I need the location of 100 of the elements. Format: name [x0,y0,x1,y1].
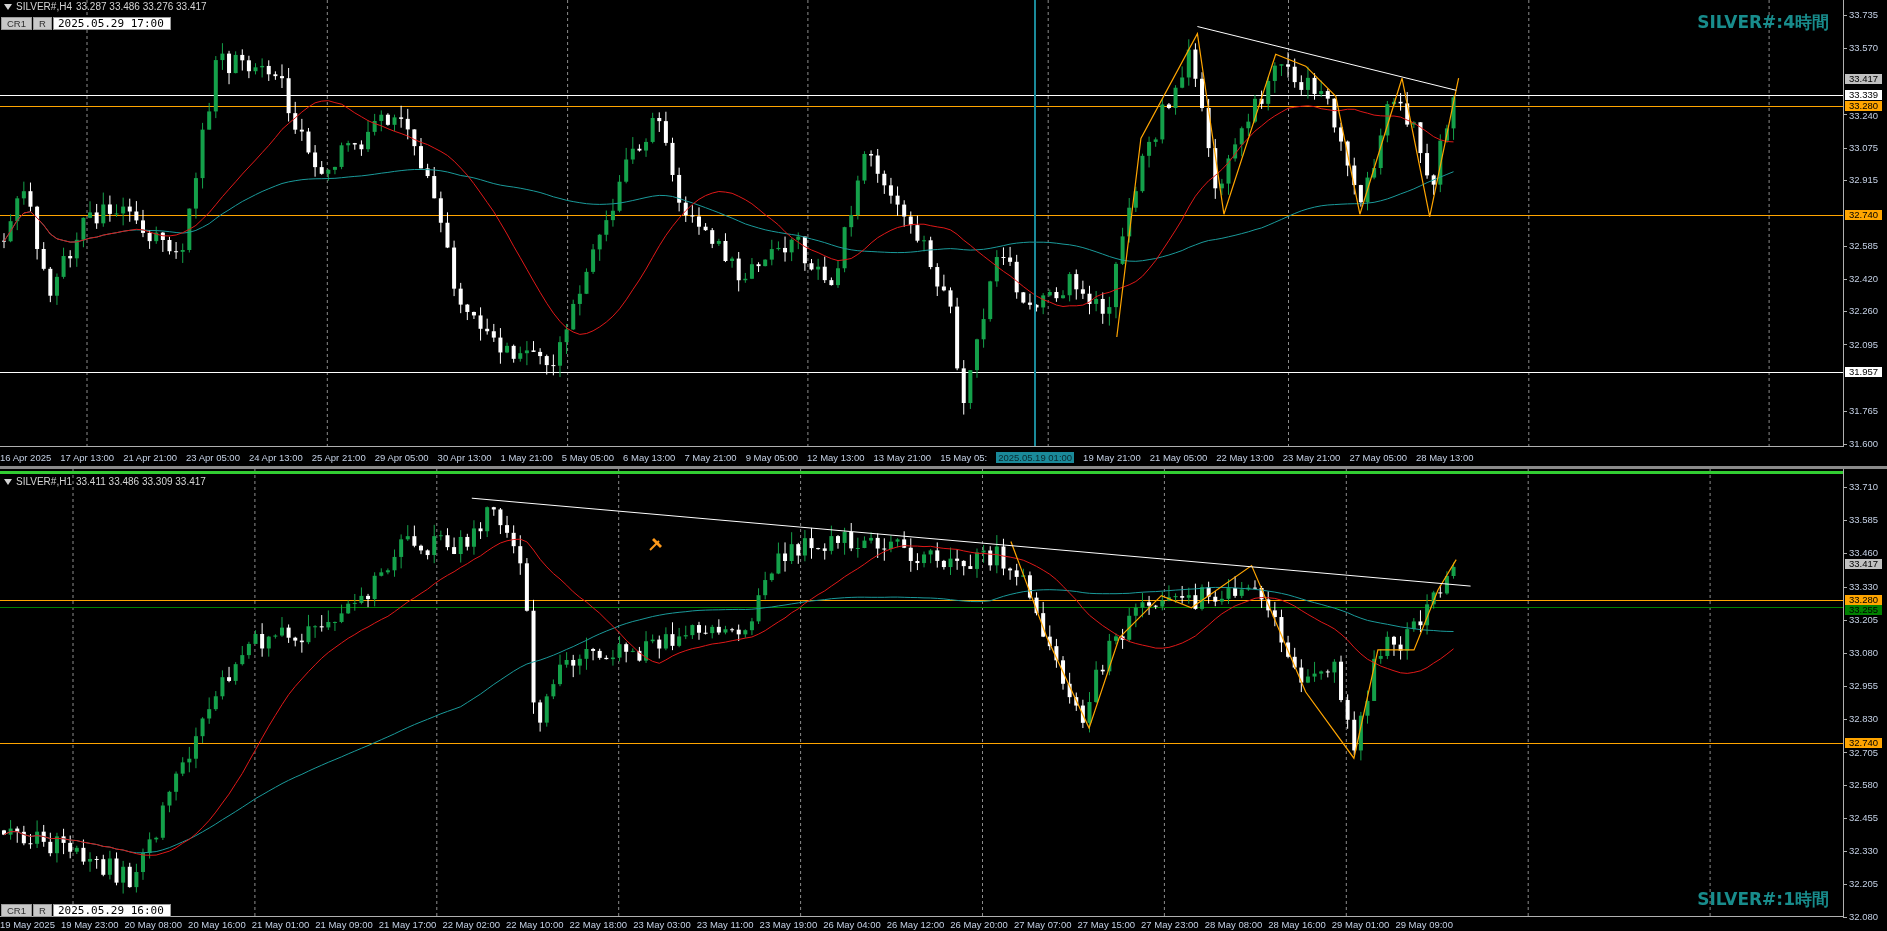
tick-mark [1842,48,1848,49]
price-label: 33.280 [1845,101,1882,112]
price-tick-label: 32.205 [1849,879,1879,889]
time-tick-label: 19 May 23:00 [60,919,119,930]
time-tick-label: 13 May 21:00 [873,451,932,463]
time-tick-label: 27 May 07:00 [1013,919,1072,930]
crosshair-time-display: 2025.05.29 16:00 [52,904,171,917]
crosshair-time-display: 2025.05.29 17:00 [52,17,171,30]
price-label: 32.740 [1845,737,1882,748]
crosshair-time-label: 2025.05.19 01:00 [996,451,1075,463]
time-tick-label: 19 May 2025 [0,919,55,930]
price-tick-label: 32.260 [1849,306,1879,317]
tick-mark [1842,180,1848,181]
time-tick-label: 23 May 11:00 [696,919,754,930]
price-tick-label: 31.600 [1849,438,1879,449]
tick-mark [1842,148,1848,149]
price-tick-label: 32.955 [1849,681,1879,692]
ohlc-values: 33.287 33.486 33.276 33.417 [75,1,207,13]
tick-mark [1842,311,1848,312]
time-tick-label: 28 May 08:00 [1204,919,1263,930]
price-tick-label: 32.420 [1849,274,1879,285]
time-tick-label: 22 May 02:00 [442,919,500,930]
symbol-label: SILVER#,H4 [16,1,72,13]
price-tick-label: 33.570 [1849,43,1879,54]
price-label: 31.957 [1845,367,1882,378]
tick-mark [1842,653,1848,654]
hammer-icon [649,538,662,551]
time-tick-label: 22 May 13:00 [1216,451,1274,463]
dropdown-icon [4,4,12,10]
chart-button[interactable]: CR1 [1,17,32,30]
time-tick-label: 22 May 10:00 [506,919,564,930]
price-tick-label: 33.460 [1849,548,1879,558]
time-tick-label: 16 Apr 2025 [0,451,52,463]
time-tick-label: 28 May 13:00 [1416,451,1474,463]
tick-mark [1842,444,1848,445]
price-tick-label: 32.705 [1849,747,1879,758]
price-label: 33.339 [1845,89,1882,100]
time-tick-label: 21 May 17:00 [378,919,437,930]
time-tick-label: 21 Apr 21:00 [123,451,178,463]
tick-mark [1842,917,1848,918]
time-tick-label: 27 May 05:00 [1349,451,1407,463]
time-tick-label: 5 May 05:00 [561,451,615,463]
time-tick-label: 15 May 05: [940,451,988,463]
tick-mark [1842,15,1848,16]
tick-mark [1842,411,1848,412]
time-tick-label: 23 May 03:00 [633,919,691,930]
price-tick-label: 33.710 [1849,482,1879,492]
time-tick-label: 19 May 21:00 [1083,451,1141,463]
time-tick-label: 27 May 15:00 [1077,919,1136,930]
tick-mark [1842,719,1848,720]
price-tick-label: 32.585 [1849,241,1879,251]
chart-button[interactable]: R [33,17,52,30]
tick-mark [1842,487,1848,488]
time-tick-label: 29 Apr 05:00 [374,451,429,463]
chart-button[interactable]: R [33,904,52,917]
chart-title: SILVER#:4時間 [1697,12,1829,32]
price-label: 33.417 [1845,559,1882,570]
time-tick-label: 28 May 16:00 [1268,919,1326,930]
time-tick-label: 23 May 21:00 [1282,451,1341,463]
price-tick-label: 32.330 [1849,846,1879,856]
tick-mark [1842,587,1848,588]
price-tick-label: 32.095 [1849,339,1879,350]
time-tick-label: 20 May 08:00 [124,919,183,930]
symbol-label: SILVER#,H1 [16,476,72,488]
time-tick-label: 21 May 05:00 [1149,451,1208,463]
price-label: 33.255 [1845,605,1882,616]
time-tick-label: 20 May 16:00 [188,919,246,930]
price-tick-label: 32.830 [1849,714,1879,725]
time-tick-label: 6 May 13:00 [623,451,676,463]
chart-button[interactable]: CR1 [1,904,32,917]
tick-mark [1842,114,1848,115]
time-tick-label: 7 May 21:00 [684,451,737,463]
tick-mark [1842,520,1848,521]
time-tick-label: 27 May 23:00 [1141,919,1199,930]
tick-mark [1842,686,1848,687]
tick-mark [1842,246,1848,247]
price-tick-label: 33.585 [1849,515,1879,525]
chart-title: SILVER#:1時間 [1697,889,1829,909]
time-tick-label: 21 May 01:00 [251,919,310,930]
tick-mark [1842,279,1848,280]
tick-mark [1842,785,1848,786]
price-tick-label: 33.735 [1849,10,1879,20]
time-tick-label: 21 May 09:00 [315,919,373,930]
time-tick-label: 26 May 04:00 [823,919,881,930]
price-tick-label: 32.580 [1849,780,1879,791]
time-tick-label: 24 Apr 13:00 [248,451,303,463]
tick-mark [1842,620,1848,621]
price-label: 33.280 [1845,595,1882,606]
price-tick-label: 32.080 [1849,912,1879,922]
dropdown-icon [4,479,12,485]
price-tick-label: 32.915 [1849,174,1879,185]
time-tick-label: 30 Apr 13:00 [437,451,492,463]
price-tick-label: 33.330 [1849,582,1879,593]
tick-mark [1842,884,1848,885]
time-tick-label: 29 May 09:00 [1395,919,1453,930]
time-tick-label: 29 May 01:00 [1331,919,1390,930]
time-tick-label: 23 Apr 05:00 [186,451,240,463]
tick-mark [1842,344,1848,345]
tick-mark [1842,752,1848,753]
time-tick-label: 17 Apr 13:00 [60,451,115,463]
